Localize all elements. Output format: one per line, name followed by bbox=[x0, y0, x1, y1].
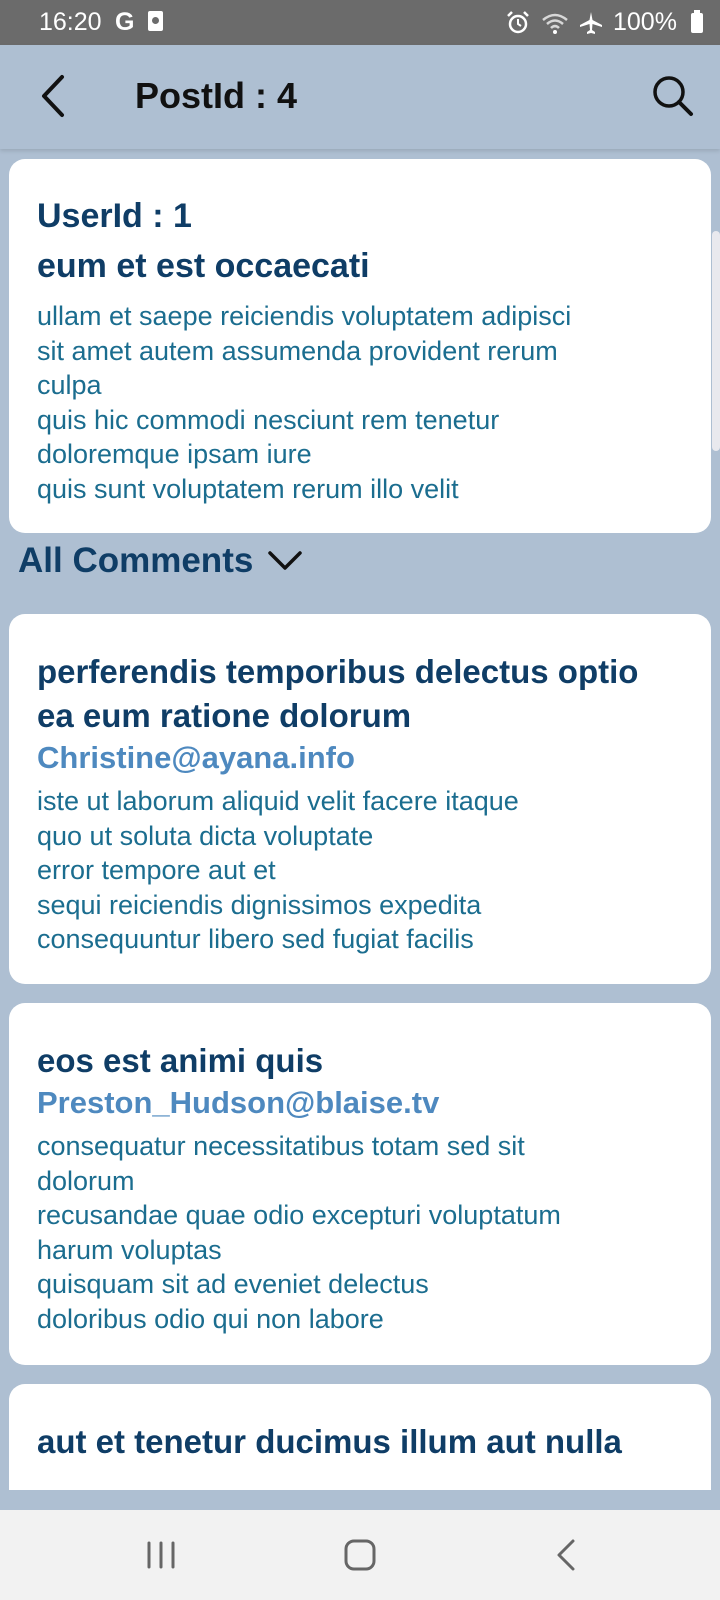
battery-icon bbox=[690, 9, 703, 33]
comment-body: consequatur necessitatibus totam sed sit… bbox=[37, 1131, 561, 1334]
notification-icon bbox=[148, 11, 163, 31]
comment-title: eos est animi quis bbox=[37, 1042, 324, 1079]
status-time: 16:20 bbox=[39, 8, 102, 36]
comment-card: eos est animi quis Preston_Hudson@blaise… bbox=[9, 1003, 711, 1365]
post-card: UserId : 1 eum et est occaecati ullam et… bbox=[9, 159, 711, 533]
comment-email: Christine@ayana.info bbox=[37, 740, 355, 775]
status-icons: 100% bbox=[505, 8, 703, 37]
comment-title: aut et tenetur ducimus illum aut nulla bbox=[37, 1423, 622, 1460]
recents-button[interactable] bbox=[138, 1535, 184, 1575]
system-nav-bar bbox=[0, 1510, 720, 1600]
scrollbar[interactable] bbox=[712, 231, 720, 451]
comment-title: perferendis temporibus delectus optio ea… bbox=[37, 653, 639, 734]
airplane-mode-icon bbox=[580, 11, 602, 34]
back-icon bbox=[557, 1539, 575, 1571]
status-bar: 16:20 G 100% bbox=[0, 0, 720, 45]
home-button[interactable] bbox=[337, 1535, 383, 1575]
chevron-left-icon bbox=[42, 75, 64, 117]
chevron-down-icon bbox=[268, 551, 303, 570]
content-scroll-area[interactable]: UserId : 1 eum et est occaecati ullam et… bbox=[0, 149, 720, 1490]
search-button[interactable] bbox=[648, 71, 698, 121]
post-user-id: UserId : 1 bbox=[37, 197, 192, 235]
post-body: ullam et saepe reiciendis voluptatem adi… bbox=[37, 301, 572, 504]
app-bar: PostId : 4 bbox=[0, 45, 720, 149]
post-title: eum et est occaecati bbox=[37, 247, 370, 285]
alarm-icon bbox=[507, 10, 529, 33]
home-icon bbox=[344, 1539, 376, 1571]
back-button[interactable] bbox=[30, 71, 80, 121]
comment-card: perferendis temporibus delectus optio ea… bbox=[9, 614, 711, 984]
all-comments-label: All Comments bbox=[18, 541, 254, 580]
page-title: PostId : 4 bbox=[135, 75, 298, 116]
nav-back-button[interactable] bbox=[545, 1535, 591, 1575]
comment-body: iste ut laborum aliquid velit facere ita… bbox=[37, 786, 519, 954]
search-icon bbox=[653, 76, 693, 116]
comment-email: Preston_Hudson@blaise.tv bbox=[37, 1085, 440, 1120]
comment-card: aut et tenetur ducimus illum aut nulla bbox=[9, 1384, 711, 1490]
wifi-icon bbox=[542, 13, 568, 34]
all-comments-toggle[interactable]: All Comments bbox=[18, 539, 303, 583]
recents-icon bbox=[147, 1541, 175, 1569]
battery-percent: 100% bbox=[613, 8, 677, 36]
google-icon: G bbox=[115, 8, 135, 36]
